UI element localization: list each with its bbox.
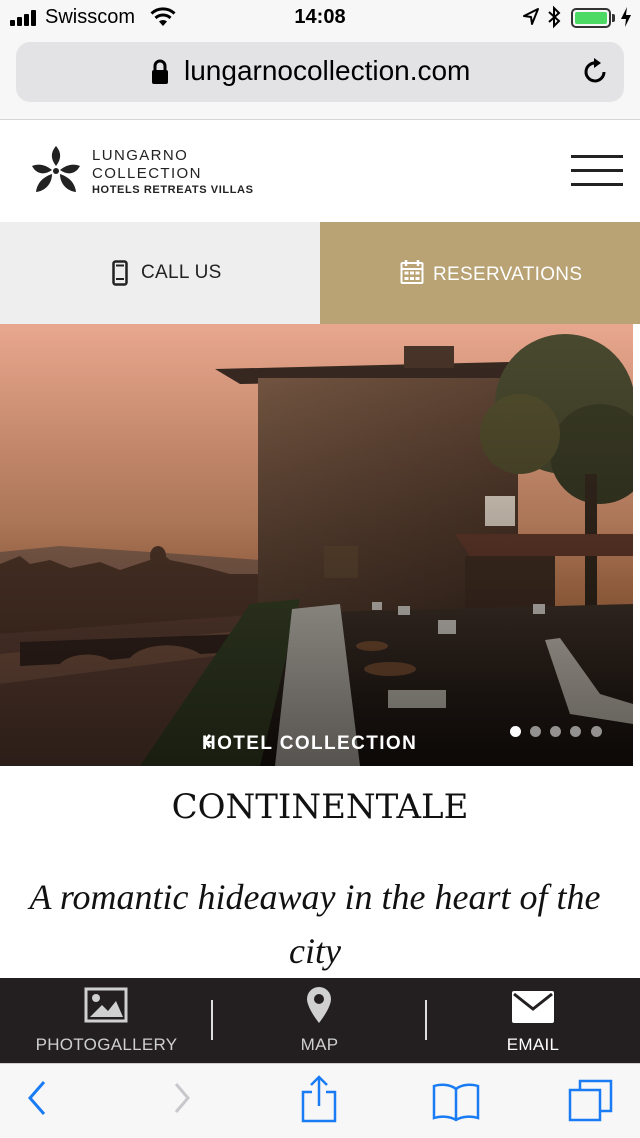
browser-toolbar <box>0 1063 640 1138</box>
hero-carousel[interactable]: HOTEL COLLECTION <box>0 324 633 766</box>
image-icon <box>84 987 128 1023</box>
site-header: LUNGARNO COLLECTION HOTELS RETREATS VILL… <box>0 121 640 222</box>
hotel-collection-label: HOTEL COLLECTION <box>202 733 418 754</box>
map-pin-icon <box>307 987 331 1023</box>
map-label: MAP <box>300 1035 339 1054</box>
charging-icon <box>621 7 631 27</box>
carousel-dot-5[interactable] <box>591 726 602 737</box>
bookmarks-icon[interactable] <box>432 1082 480 1122</box>
carousel-dot-1[interactable] <box>510 726 521 737</box>
hotel-collection-link[interactable]: HOTEL COLLECTION <box>202 733 417 755</box>
location-icon <box>523 8 539 25</box>
hotel-name: CONTINENTALE <box>171 787 469 827</box>
menu-icon[interactable] <box>571 155 623 187</box>
clock: 14:08 <box>294 6 346 28</box>
hotel-tagline: A romantic hideaway in the heart of the … <box>29 877 601 971</box>
call-us-label: CALL US <box>141 262 222 283</box>
url-text: lungarnocollection.com <box>184 55 471 86</box>
email-button[interactable]: EMAIL <box>426 978 640 1063</box>
bluetooth-icon <box>548 5 561 29</box>
reservations-label: RESERVATIONS <box>433 264 583 285</box>
email-label: EMAIL <box>506 1035 560 1054</box>
battery-icon <box>571 8 611 28</box>
logo-text-line2: COLLECTION <box>92 165 202 182</box>
lock-icon <box>152 59 168 84</box>
map-button[interactable]: MAP <box>213 978 426 1063</box>
calendar-icon <box>400 260 424 284</box>
battery-tip <box>612 14 615 22</box>
tabs-icon[interactable] <box>568 1078 614 1124</box>
hero-image <box>0 324 633 766</box>
phone-icon <box>112 260 128 286</box>
back-icon[interactable] <box>26 1078 48 1118</box>
envelope-icon <box>512 991 554 1023</box>
status-bar: Swisscom 14:08 <box>0 0 640 36</box>
photogallery-button[interactable]: PHOTOGALLERY <box>0 978 213 1063</box>
carousel-dot-2[interactable] <box>530 726 541 737</box>
share-icon[interactable] <box>300 1074 338 1124</box>
reload-icon[interactable] <box>582 56 610 86</box>
chevron-left-icon <box>203 734 212 748</box>
logo-text-line1: LUNGARNO <box>92 147 189 164</box>
forward-icon[interactable] <box>172 1078 194 1118</box>
logo-icon[interactable] <box>28 144 84 196</box>
call-us-button[interactable]: CALL US <box>0 222 320 324</box>
carousel-dot-4[interactable] <box>570 726 581 737</box>
battery-fill <box>575 12 607 24</box>
address-bar[interactable]: lungarnocollection.com <box>16 42 624 102</box>
photogallery-label: PHOTOGALLERY <box>35 1035 178 1054</box>
reservations-button[interactable]: RESERVATIONS <box>320 222 640 324</box>
browser-address-area: lungarnocollection.com <box>0 36 640 120</box>
carousel-dot-3[interactable] <box>550 726 561 737</box>
logo-text-line3: HOTELS RETREATS VILLAS <box>92 184 254 196</box>
site-bottom-bar: PHOTOGALLERY MAP EMAIL <box>0 978 640 1063</box>
